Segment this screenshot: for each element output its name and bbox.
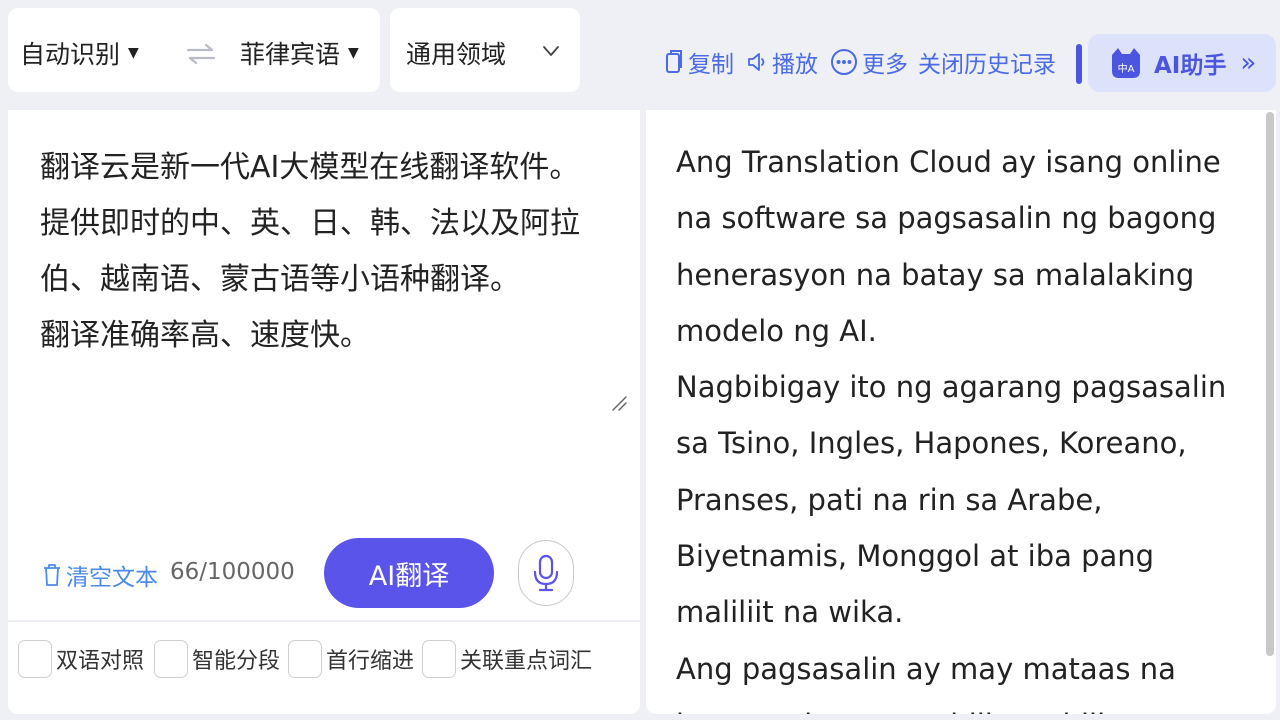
close-history-label: 关闭历史记录 — [918, 52, 1056, 78]
option-smart-paragraph[interactable]: 智能分段 — [154, 640, 280, 678]
speaker-icon — [748, 53, 765, 71]
checkbox[interactable] — [288, 640, 322, 678]
options-divider — [8, 620, 640, 622]
copy-label: 复制 — [688, 52, 734, 78]
caret-down-icon: ▼ — [348, 45, 359, 61]
target-language-label: 菲律宾语 — [240, 40, 341, 69]
output-scrollbar[interactable] — [1266, 112, 1274, 656]
source-language-select[interactable]: 自动识别 ▼ — [20, 35, 139, 71]
double-chevron-right-icon: » — [1240, 48, 1257, 78]
option-label: 首行缩进 — [326, 649, 415, 674]
microphone-icon — [533, 554, 559, 592]
copy-button[interactable]: 复制 — [664, 44, 734, 80]
option-first-line-indent[interactable]: 首行缩进 — [288, 640, 414, 678]
option-label: 智能分段 — [192, 649, 281, 674]
option-related-vocabulary[interactable]: 关联重点词汇 — [422, 640, 592, 678]
checkbox[interactable] — [18, 640, 52, 678]
output-paragraph: Ang pagsasalin ay may mataas na katumpak… — [676, 651, 1176, 714]
copy-icon — [666, 50, 682, 73]
output-paragraph: Ang Translation Cloud ay isang online na… — [676, 145, 1221, 348]
domain-select[interactable]: 通用领域 — [390, 8, 580, 92]
language-selector-bar: 自动识别 ▼ 菲律宾语 ▼ — [8, 8, 380, 92]
clear-text-label: 清空文本 — [66, 565, 158, 591]
source-text-area[interactable]: 翻译云是新一代AI大模型在线翻译软件。 提供即时的中、英、日、韩、法以及阿拉伯、… — [40, 140, 620, 364]
source-line: 翻译准确率高、速度快。 — [40, 318, 370, 353]
ai-assistant-button[interactable]: 中A AI助手 » — [1088, 34, 1276, 92]
close-history-button[interactable]: 关闭历史记录 — [918, 44, 1056, 80]
source-panel: 翻译云是新一代AI大模型在线翻译软件。 提供即时的中、英、日、韩、法以及阿拉伯、… — [8, 110, 640, 714]
output-paragraph: Nagbibigay ito ng agarang pagsasalin sa … — [676, 370, 1227, 630]
chevron-down-icon — [543, 46, 559, 56]
ai-translate-button[interactable]: AI翻译 — [324, 538, 494, 608]
ai-translate-label: AI翻译 — [368, 560, 450, 592]
target-language-select[interactable]: 菲律宾语 ▼ — [240, 35, 359, 71]
ai-assistant-icon: 中A — [1112, 48, 1140, 78]
ai-assistant-icon-text: 中A — [1118, 62, 1135, 75]
toolbar-divider — [1076, 44, 1082, 84]
source-language-label: 自动识别 — [20, 40, 121, 69]
checkbox[interactable] — [154, 640, 188, 678]
more-button[interactable]: 更多 — [830, 44, 908, 80]
checkbox[interactable] — [422, 640, 456, 678]
source-line: 提供即时的中、英、日、韩、法以及阿拉伯、越南语、蒙古语等小语种翻译。 — [40, 206, 580, 297]
domain-label: 通用领域 — [406, 40, 507, 69]
resize-handle-icon[interactable] — [610, 394, 628, 412]
option-label: 关联重点词汇 — [460, 649, 593, 674]
option-bilingual[interactable]: 双语对照 — [18, 640, 144, 678]
more-icon — [831, 49, 857, 75]
ai-assistant-label: AI助手 — [1154, 53, 1227, 79]
translation-output: Ang Translation Cloud ay isang online na… — [676, 134, 1246, 714]
more-label: 更多 — [862, 52, 908, 78]
play-label: 播放 — [772, 52, 818, 78]
swap-icon[interactable] — [186, 42, 216, 66]
output-panel: Ang Translation Cloud ay isang online na… — [646, 110, 1276, 714]
trash-icon — [44, 564, 60, 586]
clear-text-button[interactable]: 清空文本 — [42, 558, 158, 592]
character-count: 66/100000 — [170, 559, 295, 585]
top-bar: 自动识别 ▼ 菲律宾语 ▼ 通用领域 复制 播放 更多 关闭历史记录 中A AI… — [0, 0, 1280, 110]
caret-down-icon: ▼ — [128, 45, 139, 61]
source-line: 翻译云是新一代AI大模型在线翻译软件。 — [40, 150, 580, 185]
option-label: 双语对照 — [56, 649, 145, 674]
play-button[interactable]: 播放 — [746, 44, 818, 80]
microphone-button[interactable] — [518, 540, 574, 606]
